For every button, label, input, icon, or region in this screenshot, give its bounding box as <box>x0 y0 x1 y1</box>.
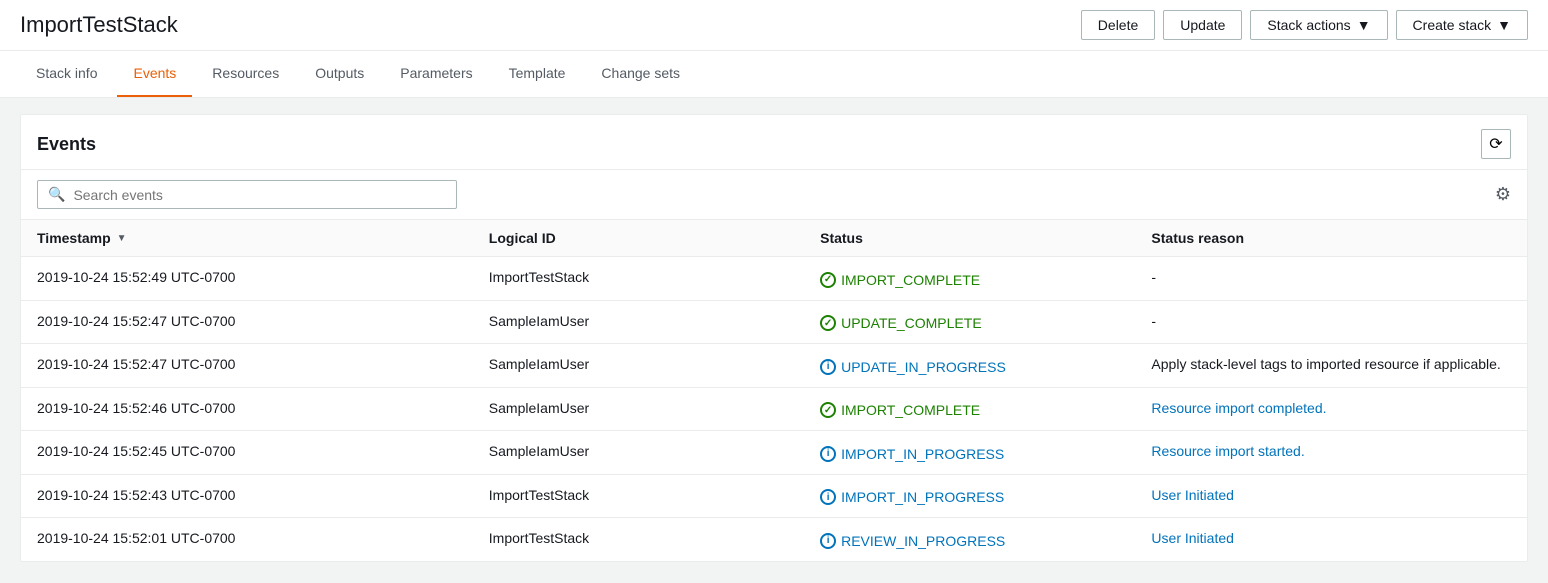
search-area: 🔍 ⚙ <box>21 170 1527 220</box>
tab-outputs[interactable]: Outputs <box>299 51 380 97</box>
status-inprogress-icon: i <box>820 489 836 505</box>
settings-icon[interactable]: ⚙ <box>1495 184 1511 205</box>
status-complete-icon: ✓ <box>820 315 836 331</box>
refresh-icon: ⟳ <box>1489 134 1502 154</box>
cell-status: ✓UPDATE_COMPLETE <box>804 300 1135 344</box>
cell-status-reason: Resource import started. <box>1135 431 1527 475</box>
cell-status-reason: - <box>1135 257 1527 301</box>
status-complete-icon: ✓ <box>820 272 836 288</box>
cell-timestamp: 2019-10-24 15:52:01 UTC-0700 <box>21 518 473 561</box>
tab-resources[interactable]: Resources <box>196 51 295 97</box>
reason-link[interactable]: Resource import completed. <box>1151 400 1326 416</box>
cell-status: ✓IMPORT_COMPLETE <box>804 257 1135 301</box>
refresh-button[interactable]: ⟳ <box>1481 129 1511 159</box>
chevron-down-icon: ▼ <box>1357 17 1371 33</box>
table-row: 2019-10-24 15:52:47 UTC-0700SampleIamUse… <box>21 344 1527 388</box>
cell-logical-id: SampleIamUser <box>473 344 804 388</box>
cell-status: ✓IMPORT_COMPLETE <box>804 387 1135 431</box>
col-header-logical-id: Logical ID <box>473 220 804 257</box>
table-row: 2019-10-24 15:52:01 UTC-0700ImportTestSt… <box>21 518 1527 561</box>
table-row: 2019-10-24 15:52:43 UTC-0700ImportTestSt… <box>21 474 1527 518</box>
cell-status-reason: Apply stack-level tags to imported resou… <box>1135 344 1527 388</box>
page-title: ImportTestStack <box>20 12 178 38</box>
sort-icon: ▼ <box>117 233 127 244</box>
search-input[interactable] <box>73 187 446 203</box>
chevron-down-icon: ▼ <box>1497 17 1511 33</box>
cell-logical-id: SampleIamUser <box>473 387 804 431</box>
header-actions: Delete Update Stack actions ▼ Create sta… <box>1081 10 1528 40</box>
table-row: 2019-10-24 15:52:49 UTC-0700ImportTestSt… <box>21 257 1527 301</box>
col-header-timestamp: Timestamp ▼ <box>21 220 473 257</box>
tabs-bar: Stack info Events Resources Outputs Para… <box>0 51 1548 98</box>
panel-header: Events ⟳ <box>21 115 1527 170</box>
cell-status-reason: - <box>1135 300 1527 344</box>
cell-timestamp: 2019-10-24 15:52:47 UTC-0700 <box>21 344 473 388</box>
cell-status-reason: Resource import completed. <box>1135 387 1527 431</box>
reason-link[interactable]: Resource import started. <box>1151 443 1304 459</box>
tab-stack-info[interactable]: Stack info <box>20 51 113 97</box>
panel-title: Events <box>37 134 96 155</box>
tab-parameters[interactable]: Parameters <box>384 51 488 97</box>
events-table: Timestamp ▼ Logical ID Status Status rea… <box>21 220 1527 561</box>
table-header-row: Timestamp ▼ Logical ID Status Status rea… <box>21 220 1527 257</box>
cell-timestamp: 2019-10-24 15:52:49 UTC-0700 <box>21 257 473 301</box>
cell-logical-id: SampleIamUser <box>473 431 804 475</box>
content-area: Events ⟳ 🔍 ⚙ Timestamp ▼ <box>0 98 1548 578</box>
cell-timestamp: 2019-10-24 15:52:43 UTC-0700 <box>21 474 473 518</box>
cell-logical-id: ImportTestStack <box>473 257 804 301</box>
col-header-status-reason: Status reason <box>1135 220 1527 257</box>
cell-logical-id: ImportTestStack <box>473 518 804 561</box>
search-box: 🔍 <box>37 180 457 209</box>
cell-status: iREVIEW_IN_PROGRESS <box>804 518 1135 561</box>
table-row: 2019-10-24 15:52:46 UTC-0700SampleIamUse… <box>21 387 1527 431</box>
table-row: 2019-10-24 15:52:45 UTC-0700SampleIamUse… <box>21 431 1527 475</box>
status-inprogress-icon: i <box>820 446 836 462</box>
cell-timestamp: 2019-10-24 15:52:45 UTC-0700 <box>21 431 473 475</box>
cell-logical-id: SampleIamUser <box>473 300 804 344</box>
cell-status: iIMPORT_IN_PROGRESS <box>804 431 1135 475</box>
cell-timestamp: 2019-10-24 15:52:46 UTC-0700 <box>21 387 473 431</box>
tab-template[interactable]: Template <box>493 51 582 97</box>
status-inprogress-icon: i <box>820 533 836 549</box>
cell-status-reason: User Initiated <box>1135 474 1527 518</box>
stack-actions-button[interactable]: Stack actions ▼ <box>1250 10 1387 40</box>
cell-status: iIMPORT_IN_PROGRESS <box>804 474 1135 518</box>
top-header: ImportTestStack Delete Update Stack acti… <box>0 0 1548 51</box>
cell-logical-id: ImportTestStack <box>473 474 804 518</box>
update-button[interactable]: Update <box>1163 10 1242 40</box>
tab-events[interactable]: Events <box>117 51 192 97</box>
reason-link[interactable]: User Initiated <box>1151 530 1233 546</box>
table-row: 2019-10-24 15:52:47 UTC-0700SampleIamUse… <box>21 300 1527 344</box>
cell-status: iUPDATE_IN_PROGRESS <box>804 344 1135 388</box>
events-panel: Events ⟳ 🔍 ⚙ Timestamp ▼ <box>20 114 1528 562</box>
create-stack-button[interactable]: Create stack ▼ <box>1396 10 1528 40</box>
status-complete-icon: ✓ <box>820 402 836 418</box>
reason-link[interactable]: User Initiated <box>1151 487 1233 503</box>
delete-button[interactable]: Delete <box>1081 10 1155 40</box>
cell-status-reason: User Initiated <box>1135 518 1527 561</box>
tab-change-sets[interactable]: Change sets <box>585 51 696 97</box>
search-icon: 🔍 <box>48 186 65 203</box>
cell-timestamp: 2019-10-24 15:52:47 UTC-0700 <box>21 300 473 344</box>
col-header-status: Status <box>804 220 1135 257</box>
status-inprogress-icon: i <box>820 359 836 375</box>
